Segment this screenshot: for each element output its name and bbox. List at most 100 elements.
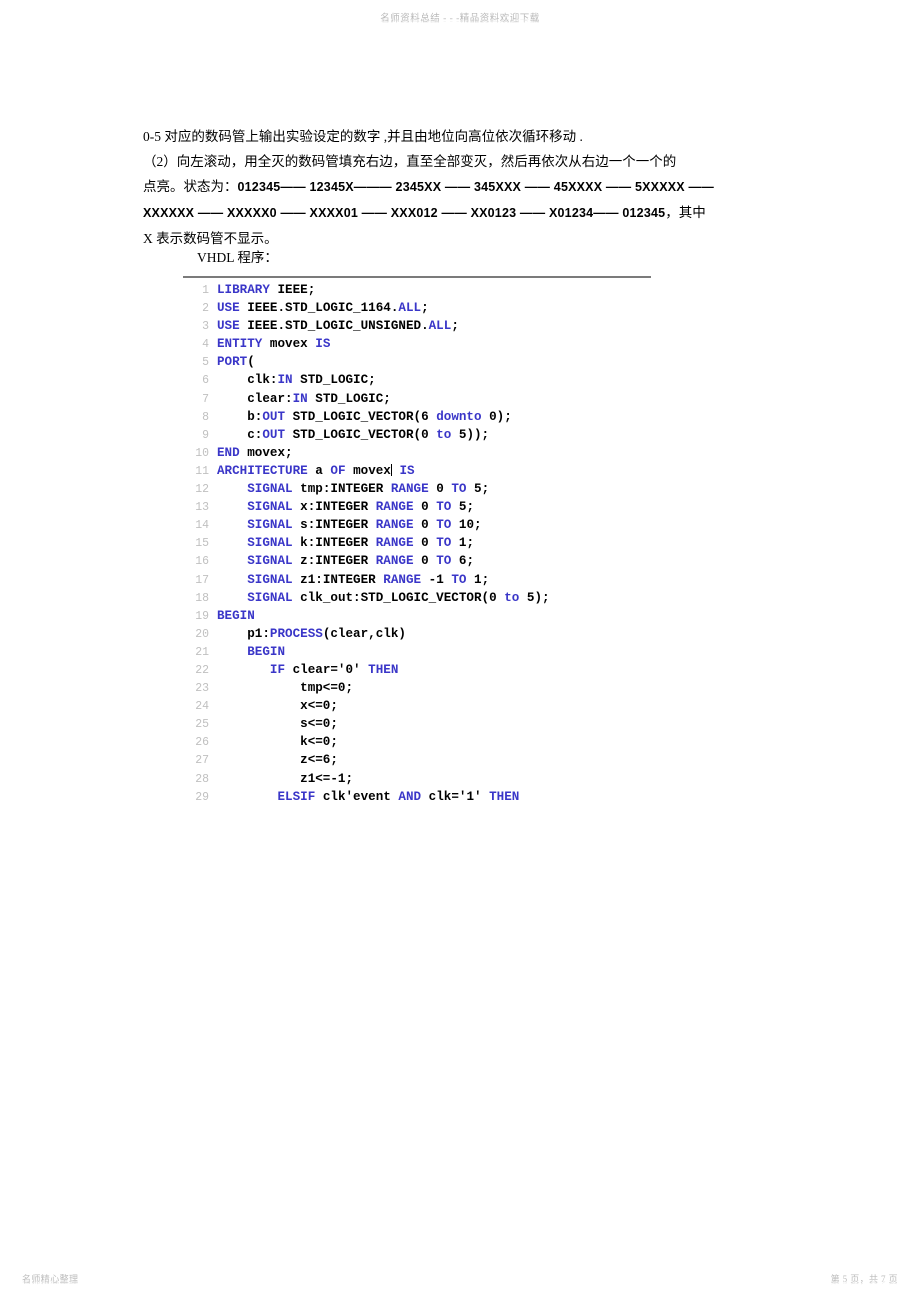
code-line-text[interactable]: BEGIN	[217, 607, 255, 625]
code-line[interactable]: 27 z<=6;	[183, 751, 653, 769]
code-keyword: TO	[436, 536, 452, 551]
code-keyword: ARCHITECTURE	[217, 463, 308, 478]
code-identifier: 0);	[481, 409, 512, 424]
code-keyword: OUT	[262, 427, 286, 442]
code-line-text[interactable]: SIGNAL z:INTEGER RANGE 0 TO 6;	[217, 552, 474, 570]
code-line[interactable]: 13 SIGNAL x:INTEGER RANGE 0 TO 5;	[183, 498, 653, 516]
code-line-text[interactable]: tmp<=0;	[217, 679, 353, 697]
code-line[interactable]: 26 k<=0;	[183, 733, 653, 751]
code-line[interactable]: 12 SIGNAL tmp:INTEGER RANGE 0 TO 5;	[183, 480, 653, 498]
code-keyword: TO	[436, 554, 452, 569]
code-line-number: 20	[195, 627, 209, 641]
code-line[interactable]: 15 SIGNAL k:INTEGER RANGE 0 TO 1;	[183, 534, 653, 552]
code-line[interactable]: 11 ARCHITECTURE a OF movex IS	[183, 462, 653, 480]
code-line-text[interactable]: SIGNAL k:INTEGER RANGE 0 TO 1;	[217, 534, 474, 552]
code-identifier	[217, 500, 247, 514]
code-keyword: RANGE	[383, 572, 422, 587]
code-line[interactable]: 2 USE IEEE.STD_LOGIC_1164.ALL;	[183, 299, 653, 317]
code-line-text[interactable]: END movex;	[217, 444, 293, 462]
code-line[interactable]: 24 x<=0;	[183, 697, 653, 715]
code-keyword: IN	[292, 391, 308, 406]
code-line-text[interactable]: SIGNAL tmp:INTEGER RANGE 0 TO 5;	[217, 480, 489, 498]
code-keyword: BEGIN	[247, 644, 286, 659]
code-line[interactable]: 9 c:OUT STD_LOGIC_VECTOR(0 to 5));	[183, 426, 653, 444]
code-keyword: SIGNAL	[247, 482, 293, 497]
state-sequence-row-1: 012345—— 12345X——— 2345XX —— 345XXX —— 4…	[237, 180, 714, 194]
code-line[interactable]: 23 tmp<=0;	[183, 679, 653, 697]
code-identifier: z:INTEGER	[292, 554, 376, 569]
code-line-text[interactable]: USE IEEE.STD_LOGIC_UNSIGNED.ALL;	[217, 317, 459, 335]
code-line[interactable]: 4 ENTITY movex IS	[183, 335, 653, 353]
code-line[interactable]: 14 SIGNAL s:INTEGER RANGE 0 TO 10;	[183, 516, 653, 534]
code-line[interactable]: 25 s<=0;	[183, 715, 653, 733]
code-identifier: 5);	[519, 590, 550, 605]
code-lines-container[interactable]: 1 LIBRARY IEEE; 2 USE IEEE.STD_LOGIC_1164.A…	[183, 281, 653, 806]
code-identifier: IEEE.STD_LOGIC_1164.	[239, 301, 399, 316]
code-line-number: 7	[202, 392, 209, 406]
code-line[interactable]: 8 b:OUT STD_LOGIC_VECTOR(6 downto 0);	[183, 408, 653, 426]
code-identifier: s:INTEGER	[292, 518, 376, 533]
code-line-text[interactable]: b:OUT STD_LOGIC_VECTOR(6 downto 0);	[217, 408, 512, 426]
code-line[interactable]: 20 p1:PROCESS(clear,clk)	[183, 625, 653, 643]
code-identifier: tmp:INTEGER	[292, 482, 391, 497]
code-identifier: 6;	[451, 554, 475, 569]
code-line[interactable]: 16 SIGNAL z:INTEGER RANGE 0 TO 6;	[183, 552, 653, 570]
code-line-text[interactable]: USE IEEE.STD_LOGIC_1164.ALL;	[217, 299, 429, 317]
code-line-text[interactable]: LIBRARY IEEE;	[217, 281, 315, 299]
code-line-text[interactable]: z<=6;	[217, 751, 338, 769]
code-line-text[interactable]: PORT(	[217, 353, 255, 371]
code-keyword: TO	[436, 500, 452, 515]
code-identifier: p1:	[217, 626, 270, 641]
code-line[interactable]: 28 z1<=-1;	[183, 770, 653, 788]
code-line-text[interactable]: SIGNAL clk_out:STD_LOGIC_VECTOR(0 to 5);	[217, 589, 550, 607]
code-line[interactable]: 17 SIGNAL z1:INTEGER RANGE -1 TO 1;	[183, 571, 653, 589]
code-identifier: tmp<=0;	[217, 681, 354, 696]
code-line-text[interactable]: IF clear='0' THEN	[217, 661, 399, 679]
code-line-text[interactable]: c:OUT STD_LOGIC_VECTOR(0 to 5));	[217, 426, 489, 444]
code-line[interactable]: 18 SIGNAL clk_out:STD_LOGIC_VECTOR(0 to …	[183, 589, 653, 607]
code-identifier	[217, 663, 270, 677]
code-line-text[interactable]: ENTITY movex IS	[217, 335, 330, 353]
code-line[interactable]: 22 IF clear='0' THEN	[183, 661, 653, 679]
code-identifier: ;	[451, 319, 459, 334]
code-identifier: 0	[413, 554, 437, 569]
code-identifier: (	[247, 355, 255, 370]
code-line[interactable]: 1 LIBRARY IEEE;	[183, 281, 653, 299]
code-identifier	[217, 482, 247, 496]
code-line[interactable]: 29 ELSIF clk'event AND clk='1' THEN	[183, 788, 653, 806]
code-line[interactable]: 6 clk:IN STD_LOGIC;	[183, 371, 653, 389]
code-identifier: clear:	[217, 391, 293, 406]
code-line-text[interactable]: clk:IN STD_LOGIC;	[217, 371, 376, 389]
code-line[interactable]: 7 clear:IN STD_LOGIC;	[183, 390, 653, 408]
code-identifier: 0	[428, 482, 452, 497]
code-line-text[interactable]: clear:IN STD_LOGIC;	[217, 390, 391, 408]
code-identifier: 0	[413, 518, 437, 533]
code-line[interactable]: 10 END movex;	[183, 444, 653, 462]
code-line-text[interactable]: SIGNAL s:INTEGER RANGE 0 TO 10;	[217, 516, 481, 534]
code-identifier	[217, 790, 277, 804]
code-line-number: 22	[195, 663, 209, 677]
code-line[interactable]: 21 BEGIN	[183, 643, 653, 661]
code-line-text[interactable]: k<=0;	[217, 733, 338, 751]
code-line-text[interactable]: SIGNAL x:INTEGER RANGE 0 TO 5;	[217, 498, 474, 516]
code-line-text[interactable]: SIGNAL z1:INTEGER RANGE -1 TO 1;	[217, 571, 489, 589]
code-line[interactable]: 5 PORT(	[183, 353, 653, 371]
code-line-text[interactable]: ARCHITECTURE a OF movex IS	[217, 462, 415, 480]
paragraph-line-4: XXXXXX —— XXXXX0 —— XXXX01 —— XXX012 —— …	[143, 200, 783, 226]
code-line[interactable]: 3 USE IEEE.STD_LOGIC_UNSIGNED.ALL;	[183, 317, 653, 335]
code-identifier	[217, 591, 247, 605]
code-line-text[interactable]: p1:PROCESS(clear,clk)	[217, 625, 406, 643]
code-line[interactable]: 19 BEGIN	[183, 607, 653, 625]
code-line-number: 26	[195, 736, 209, 750]
code-line-text[interactable]: ELSIF clk'event AND clk='1' THEN	[217, 788, 519, 806]
code-line-text[interactable]: BEGIN	[217, 643, 285, 661]
code-line-text[interactable]: s<=0;	[217, 715, 338, 733]
code-identifier: STD_LOGIC;	[292, 373, 376, 388]
code-identifier: s<=0;	[217, 717, 338, 732]
state-sequence-row-2: XXXXXX —— XXXXX0 —— XXXX01 —— XXX012 —— …	[143, 206, 666, 220]
code-line-text[interactable]: z1<=-1;	[217, 770, 353, 788]
code-keyword: TO	[436, 518, 452, 533]
code-keyword: SIGNAL	[247, 572, 293, 587]
code-line-text[interactable]: x<=0;	[217, 697, 338, 715]
code-identifier	[217, 536, 247, 550]
